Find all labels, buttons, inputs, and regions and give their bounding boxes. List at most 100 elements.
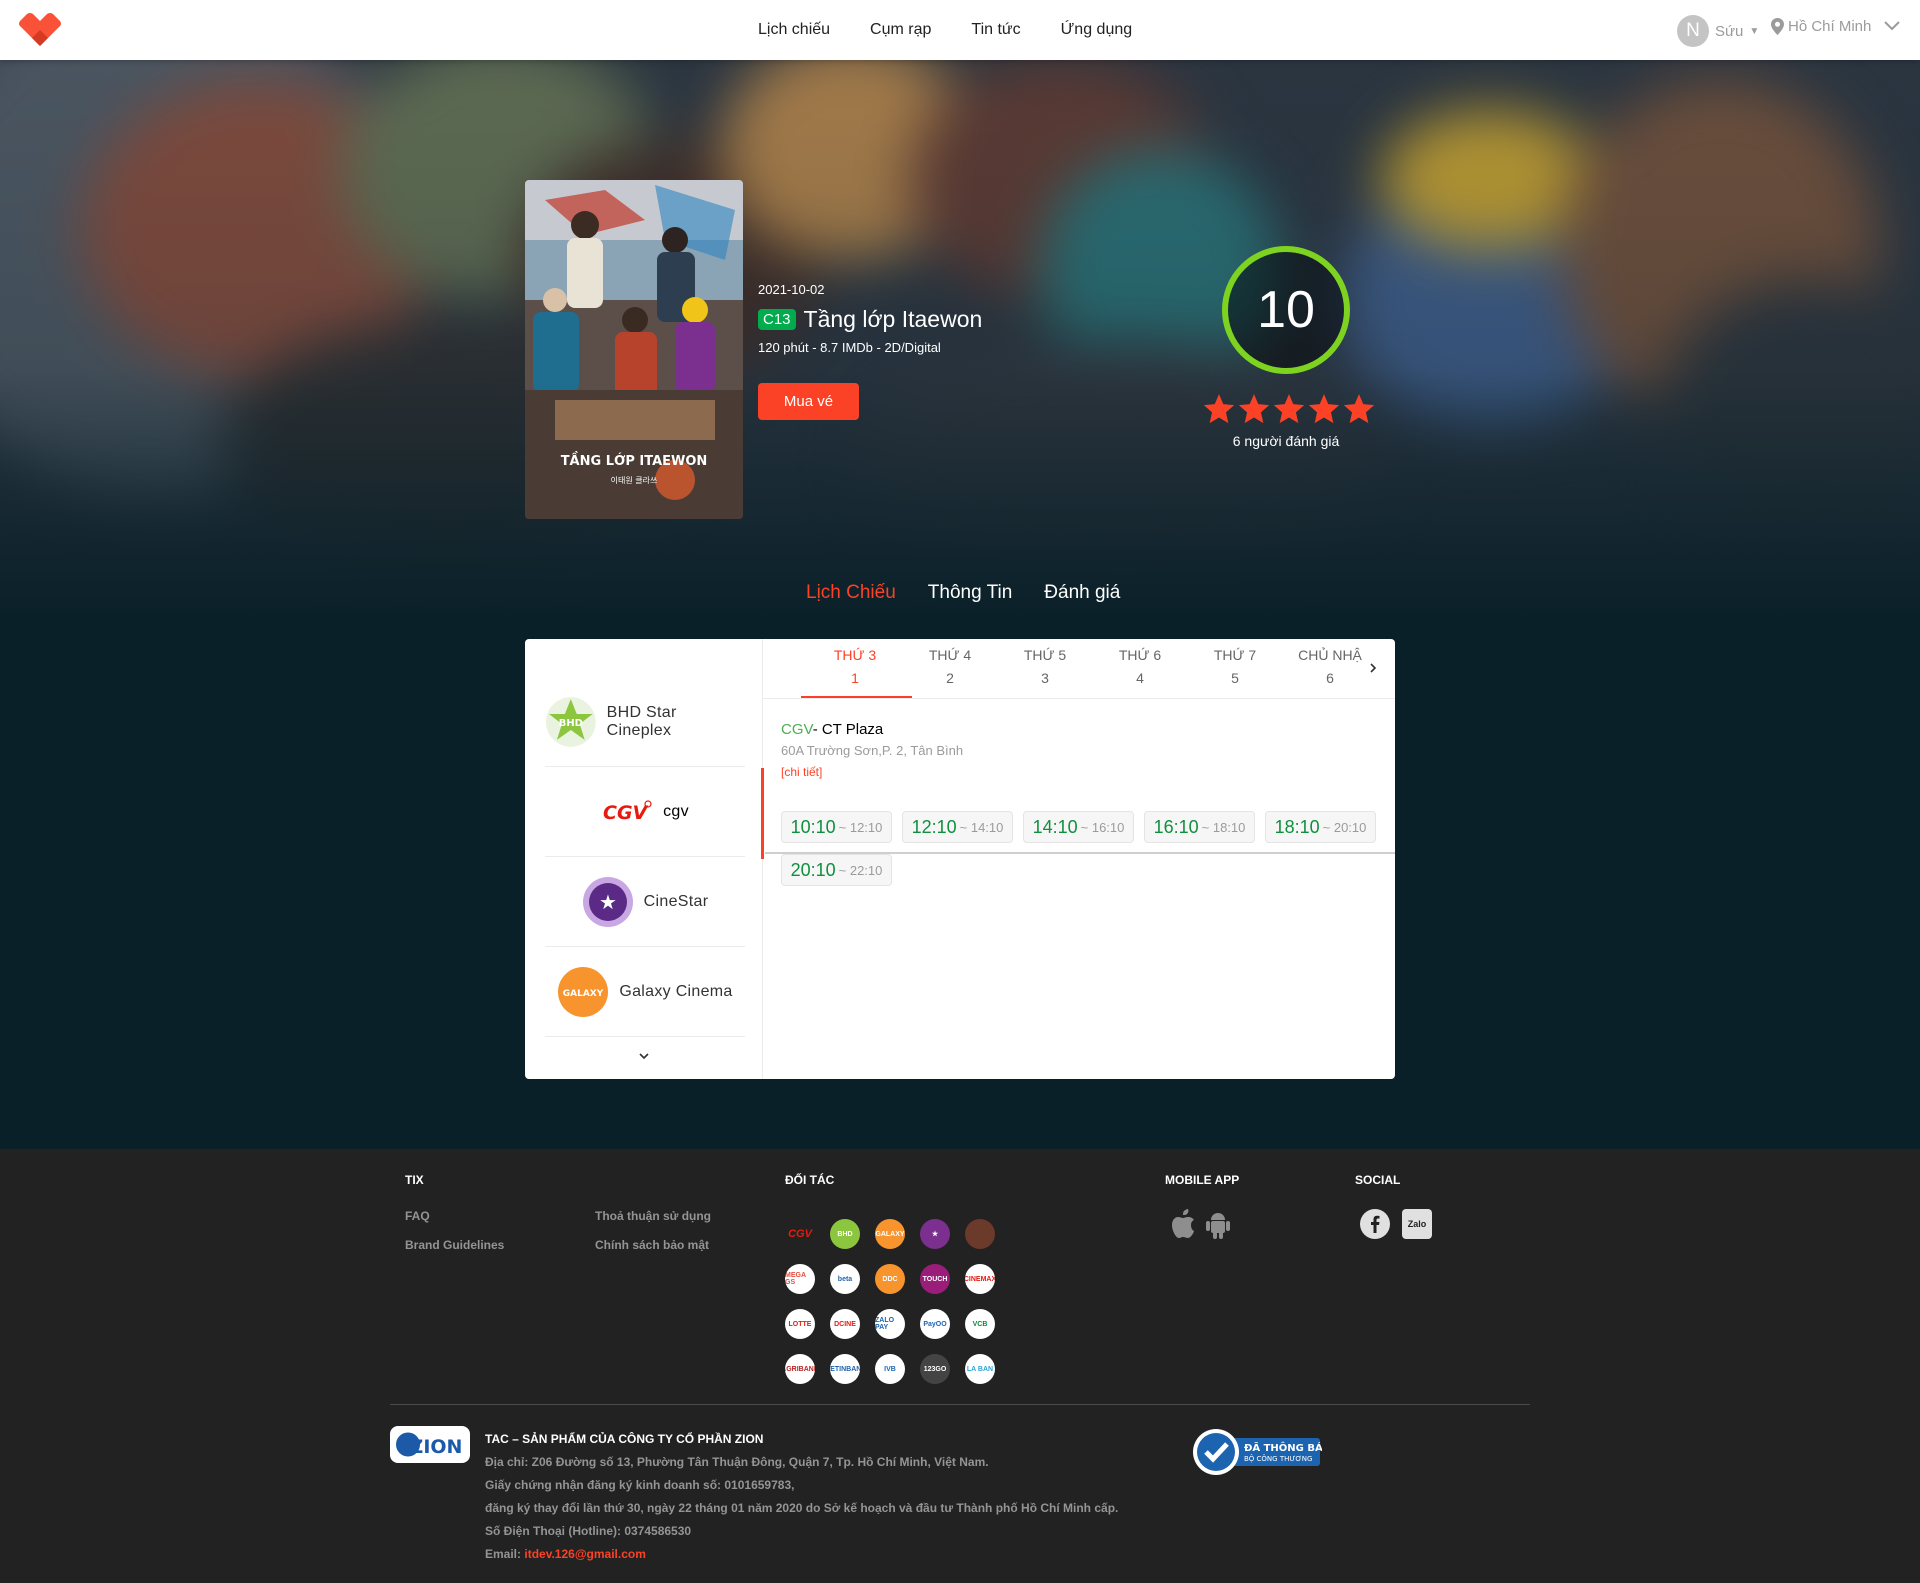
showtime-button[interactable]: 14:10 ~ 16:10 [1023, 811, 1134, 843]
showtime-start: 20:10 [790, 859, 836, 880]
location-selector[interactable]: Hồ Chí Minh [1771, 18, 1871, 35]
day-number: 4 [1136, 670, 1144, 686]
cinema-name: cgv [663, 802, 689, 820]
company-email-row: Email: itdev.126@gmail.com [485, 1543, 1118, 1566]
day-number: 2 [946, 670, 954, 686]
partner-logo-label: VIETINBANK [830, 1365, 860, 1373]
partner-logo-icon[interactable]: VCB [965, 1309, 995, 1339]
chevron-down-icon[interactable] [637, 1051, 651, 1061]
showtime-end: ~ 16:10 [1080, 819, 1125, 835]
facebook-icon[interactable] [1360, 1209, 1390, 1239]
title-row: C13 Tầng lớp Itaewon [758, 306, 982, 333]
bhd-logo-icon: BHD [545, 696, 596, 747]
zion-logo: ZION [390, 1426, 470, 1463]
chevron-right-icon[interactable] [1368, 661, 1378, 675]
partner-logo-icon[interactable]: TOUCH [920, 1264, 950, 1294]
nav-lich-chieu[interactable]: Lịch chiếu [758, 21, 830, 39]
partner-logo-icon[interactable]: AGRIBANK [785, 1354, 815, 1384]
partner-logo-icon[interactable]: GALAXY [875, 1219, 905, 1249]
chevron-down-icon[interactable] [1883, 20, 1901, 32]
nav-tin-tuc[interactable]: Tin tức [971, 21, 1020, 39]
showtime-start: 14:10 [1032, 816, 1078, 837]
partner-logo-icon[interactable]: LOTTE [785, 1309, 815, 1339]
partner-logo-icon[interactable]: ★ [920, 1219, 950, 1249]
day-tab[interactable]: THỨ 7 5 [1181, 647, 1289, 686]
partner-logo-label: ZALO PAY [875, 1317, 895, 1331]
cinema-item-galaxy[interactable]: GALAXY Galaxy Cinema [545, 947, 745, 1037]
day-tab[interactable]: THỨ 3 1 [801, 647, 909, 686]
partner-logo-icon[interactable]: CINEMAX [965, 1264, 995, 1294]
user-menu[interactable]: N Sứu ▼ [1677, 15, 1759, 47]
partner-logo-icon[interactable]: ZALO PAY [875, 1309, 905, 1339]
day-number: 5 [1231, 670, 1239, 686]
tab-lich-chieu[interactable]: Lịch Chiếu [806, 582, 896, 604]
partner-logo-icon[interactable]: CGV [785, 1219, 815, 1249]
day-tab[interactable]: THỨ 4 2 [896, 647, 1004, 686]
partner-logo-label: BHD [837, 1230, 853, 1238]
cinema-name: BHD Star Cineplex [606, 703, 677, 739]
partner-logo-label: ★ [931, 1231, 939, 1238]
partner-logo-icon[interactable]: DDC [875, 1264, 905, 1294]
showtime-end: ~ 14:10 [959, 819, 1004, 835]
company-line: Địa chỉ: Z06 Đường số 13, Phường Tân Thu… [485, 1455, 989, 1469]
partner-logo-icon[interactable]: VIETINBANK [830, 1354, 860, 1384]
android-icon[interactable] [1205, 1210, 1231, 1240]
showtime-button[interactable]: 20:10 ~ 22:10 [781, 854, 892, 886]
cinema-name: Galaxy Cinema [619, 982, 733, 1000]
partner-logo-icon[interactable]: 123GO [920, 1354, 950, 1384]
tab-thong-tin[interactable]: Thông Tin [928, 582, 1013, 604]
tix-logo-icon[interactable] [18, 12, 62, 48]
verified-badge[interactable]: ĐÃ THÔNG BÁO BỘ CÔNG THƯƠNG [1192, 1428, 1331, 1476]
buy-ticket-button[interactable]: Mua vé [758, 383, 859, 420]
zalo-icon[interactable]: Zalo [1402, 1209, 1432, 1239]
footer-heading-tix: TIX [405, 1173, 424, 1187]
active-cinema-indicator [761, 768, 764, 859]
partner-logo-icon[interactable]: BHD [830, 1219, 860, 1249]
bhd-logo-text: BHD [559, 717, 583, 728]
film-info: 2021-10-02 C13 Tầng lớp Itaewon 120 phút… [758, 282, 982, 420]
showtime-button[interactable]: 18:10 ~ 20:10 [1265, 811, 1376, 843]
company-line: Số Điện Thoại (Hotline): 0374586530 [485, 1524, 692, 1538]
partner-logo-icon[interactable]: PayOO [920, 1309, 950, 1339]
cinema-name: CineStar [643, 892, 709, 910]
day-tab[interactable]: THỨ 5 3 [991, 647, 1099, 686]
partner-logo-icon[interactable]: DCINE [830, 1309, 860, 1339]
age-rating-badge: C13 [758, 309, 796, 330]
zion-logo-text: ZION [410, 1436, 463, 1458]
showtime-button[interactable]: 16:10 ~ 18:10 [1144, 811, 1255, 843]
nav-ung-dung[interactable]: Ứng dụng [1061, 21, 1133, 39]
footer-divider [390, 1404, 1530, 1405]
partner-logo-icon[interactable] [965, 1219, 995, 1249]
company-line: Giấy chứng nhận đăng ký kinh doanh số: 0… [485, 1478, 795, 1492]
cinema-item-cgv[interactable]: CGV cgv [545, 767, 745, 857]
partner-logo-label: GALAXY [875, 1230, 905, 1238]
star-icon [1273, 394, 1305, 424]
footer-link-terms[interactable]: Thoả thuận sử dụng [595, 1209, 711, 1223]
day-tab[interactable]: THỨ 6 4 [1086, 647, 1194, 686]
nav-cum-rap[interactable]: Cụm rạp [870, 21, 931, 39]
showtime-button[interactable]: 12:10 ~ 14:10 [902, 811, 1013, 843]
footer-link-brand-guidelines[interactable]: Brand Guidelines [405, 1238, 504, 1252]
showtime-start: 18:10 [1274, 816, 1320, 837]
poster-korean-text: 이태원 클라쓰 [611, 475, 658, 485]
email-link[interactable]: itdev.126@gmail.com [524, 1547, 646, 1561]
showtime-button[interactable]: 10:10 ~ 12:10 [781, 811, 892, 843]
star-icon [1343, 394, 1375, 424]
cinema-item-cinestar[interactable]: ★ CineStar [545, 857, 745, 947]
partner-logo-icon[interactable]: MEGA GS [785, 1264, 815, 1294]
apple-icon[interactable] [1170, 1209, 1196, 1239]
cinema-item-bhd[interactable]: BHD BHD Star Cineplex [545, 677, 745, 767]
day-label: THỨ 4 [928, 647, 972, 663]
partner-logo-icon[interactable]: beta [830, 1264, 860, 1294]
footer-link-faq[interactable]: FAQ [405, 1209, 430, 1223]
star-icon [1238, 394, 1270, 424]
partner-logo-icon[interactable]: LA BAN [965, 1354, 995, 1384]
partner-logo-icon[interactable]: IVB [875, 1354, 905, 1384]
footer-link-privacy[interactable]: Chính sách bảo mật [595, 1238, 709, 1252]
company-line: đăng ký thay đổi lần thứ 30, ngày 22 thá… [485, 1501, 1119, 1515]
showtime-panel: BHD BHD Star Cineplex CGV cgv ★ CineStar… [525, 639, 1395, 1079]
theater-detail-link[interactable]: [chi tiết] [781, 765, 822, 779]
tab-danh-gia[interactable]: Đánh giá [1044, 582, 1120, 604]
score-circle: 10 [1222, 246, 1350, 374]
day-label: THỨ 7 [1213, 647, 1257, 663]
